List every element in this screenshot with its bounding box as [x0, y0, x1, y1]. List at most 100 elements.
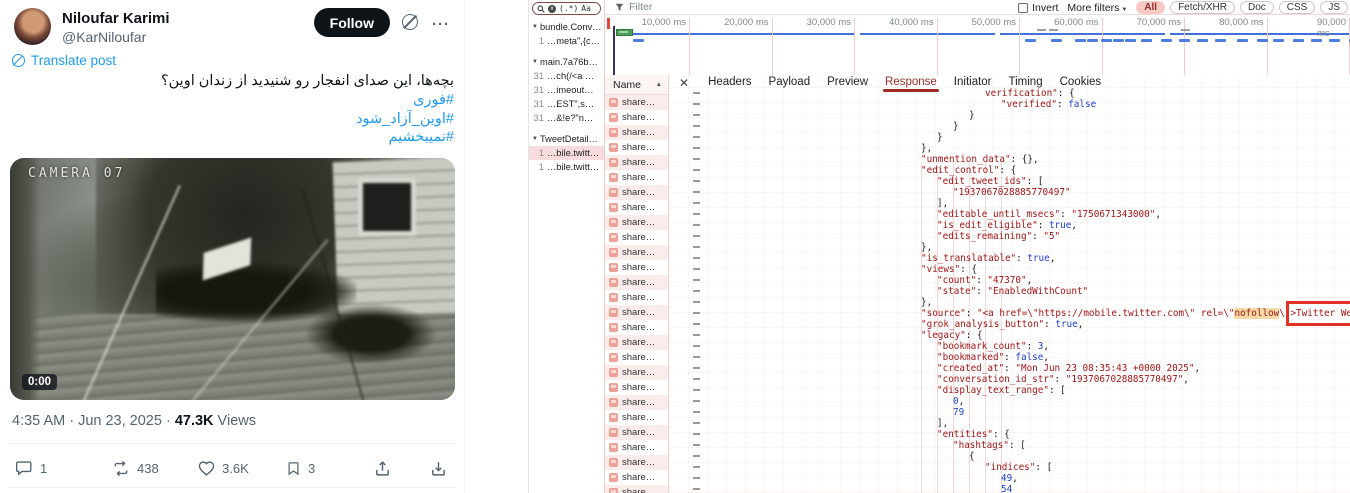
request-row[interactable]: share…	[605, 290, 668, 305]
annotation-red-box: >Twitter Web App<	[1289, 304, 1350, 323]
request-row[interactable]: share…	[605, 470, 668, 485]
request-file-icon	[609, 413, 618, 422]
timeline-tick-label: 60,000 ms	[1054, 17, 1098, 28]
request-row[interactable]: share…	[605, 155, 668, 170]
request-row[interactable]: share…	[605, 425, 668, 440]
search-result-match[interactable]: 1…bile.twitt…	[529, 146, 604, 160]
filter-chip[interactable]: Doc	[1240, 1, 1274, 14]
request-row[interactable]: share…	[605, 350, 668, 365]
request-file-icon	[609, 308, 618, 317]
filter-chip[interactable]: Fetch/XHR	[1170, 1, 1235, 14]
expand-triangle-icon[interactable]: ▼	[532, 59, 538, 65]
wrapped-line-marker	[693, 136, 700, 138]
request-row[interactable]: share…	[605, 230, 668, 245]
regex-toggle-icon[interactable]: (.*)	[559, 5, 578, 13]
waterfall-gap	[995, 33, 1000, 35]
wrapped-line-marker	[693, 312, 700, 314]
download-button[interactable]	[430, 460, 447, 477]
expand-triangle-icon[interactable]: ▼	[532, 24, 538, 30]
filter-chip[interactable]: JS	[1320, 1, 1348, 14]
request-row[interactable]: share…	[605, 245, 668, 260]
error-tick	[607, 18, 610, 29]
request-row[interactable]: share…	[605, 485, 668, 493]
response-json-line: },	[921, 143, 932, 154]
request-row[interactable]: share…	[605, 320, 668, 335]
video-player[interactable]: CAMERA 07 0:00	[10, 158, 455, 400]
follow-button[interactable]: Follow	[314, 8, 390, 37]
search-result-match[interactable]: 1…bile.twitt…	[529, 160, 604, 174]
response-json-line: "is_translatable": true,	[921, 253, 1055, 264]
invert-checkbox[interactable]: Invert	[1018, 2, 1058, 14]
request-file-icon	[609, 488, 618, 493]
expand-triangle-icon[interactable]: ▼	[532, 136, 538, 142]
request-row[interactable]: share…	[605, 440, 668, 455]
response-body[interactable]: verification": {"verified": false}}}},"u…	[669, 75, 1350, 493]
filter-chip[interactable]: CSS	[1279, 1, 1316, 14]
waterfall-overview[interactable]: 10,000 ms20,000 ms30,000 ms40,000 ms50,0…	[605, 15, 1350, 75]
response-json-line: verification": {	[985, 88, 1075, 99]
request-row[interactable]: share…	[605, 140, 668, 155]
more-menu-icon[interactable]: ···	[432, 16, 450, 33]
author-name[interactable]: Niloufar Karimi	[62, 10, 170, 27]
wrapped-line-marker	[693, 301, 700, 303]
request-row[interactable]: share…	[605, 200, 668, 215]
like-button[interactable]: 3.6K	[198, 460, 249, 477]
bookmark-button[interactable]: 3	[286, 460, 315, 477]
wrapped-line-marker	[693, 477, 700, 479]
request-row[interactable]: share…	[605, 365, 668, 380]
request-row[interactable]: share…	[605, 125, 668, 140]
search-result-file[interactable]: ▼bundle.Conv…	[529, 20, 604, 34]
filter-chip[interactable]: All	[1136, 1, 1165, 14]
request-row[interactable]: share…	[605, 275, 668, 290]
request-row[interactable]: share…	[605, 380, 668, 395]
waterfall-dash	[1075, 39, 1086, 42]
search-result-match[interactable]: 31…imeout…	[529, 83, 604, 97]
waterfall-dash	[1311, 39, 1322, 42]
request-row[interactable]: share…	[605, 410, 668, 425]
request-row[interactable]: share…	[605, 335, 668, 350]
more-filters-dropdown[interactable]: More filters▼	[1067, 2, 1127, 14]
search-result-match[interactable]: 1…meta",{c…	[529, 34, 604, 48]
timeline-gridline	[854, 18, 855, 75]
grok-icon[interactable]	[402, 14, 418, 30]
checkbox-icon[interactable]	[1018, 3, 1028, 13]
clear-search-icon[interactable]: x	[548, 5, 556, 13]
share-button[interactable]	[374, 460, 391, 477]
request-row[interactable]: share…	[605, 260, 668, 275]
request-row[interactable]: share…	[605, 455, 668, 470]
search-result-match[interactable]: 31…EST",s…	[529, 97, 604, 111]
translate-post-link[interactable]: Translate post	[12, 53, 116, 68]
hashtag-link[interactable]: #فوری	[10, 91, 454, 110]
search-result-file[interactable]: ▼TweetDetail…	[529, 132, 604, 146]
waterfall-dash	[1273, 39, 1284, 42]
author-handle[interactable]: @KarNiloufar	[62, 29, 146, 45]
hashtag-link[interactable]: #نمیبخشیم	[10, 128, 454, 147]
avatar[interactable]	[14, 8, 51, 45]
views-count: 47.3K	[175, 413, 214, 429]
devtools-search-input[interactable]: x (.*) Aa	[532, 2, 601, 15]
search-result-match[interactable]: 31…ch(/<a …	[529, 69, 604, 83]
tweet-header: Niloufar Karimi @KarNiloufar Follow ···	[14, 8, 454, 48]
request-row[interactable]: share…	[605, 170, 668, 185]
request-row[interactable]: share…	[605, 305, 668, 320]
hashtag-link[interactable]: #اوین_آزاد_شود	[10, 110, 454, 129]
request-type-chips: All Fetch/XHR Doc CSS JS	[1136, 1, 1348, 14]
filter-input[interactable]: Filter	[629, 1, 652, 13]
name-column-header[interactable]: Name ▲	[605, 75, 668, 95]
search-result-file[interactable]: ▼main.7a76b…	[529, 55, 604, 69]
like-count: 3.6K	[222, 461, 249, 476]
request-row[interactable]: share…	[605, 395, 668, 410]
timeline-gridline	[772, 18, 773, 75]
request-row[interactable]: share…	[605, 215, 668, 230]
response-json-line: "entities": {	[937, 429, 1010, 440]
response-json-line: "unmention_data": {},	[921, 154, 1039, 165]
request-row[interactable]: share…	[605, 95, 668, 110]
request-row[interactable]: share…	[605, 185, 668, 200]
match-case-toggle-icon[interactable]: Aa	[581, 5, 591, 13]
request-row[interactable]: share…	[605, 110, 668, 125]
response-json-line: "edits_remaining": "5"	[937, 231, 1060, 242]
reply-button[interactable]: 1	[16, 460, 47, 477]
share-icon	[374, 460, 391, 477]
search-result-match[interactable]: 31…&!e?"n…	[529, 111, 604, 125]
repost-button[interactable]: 438	[112, 460, 159, 477]
